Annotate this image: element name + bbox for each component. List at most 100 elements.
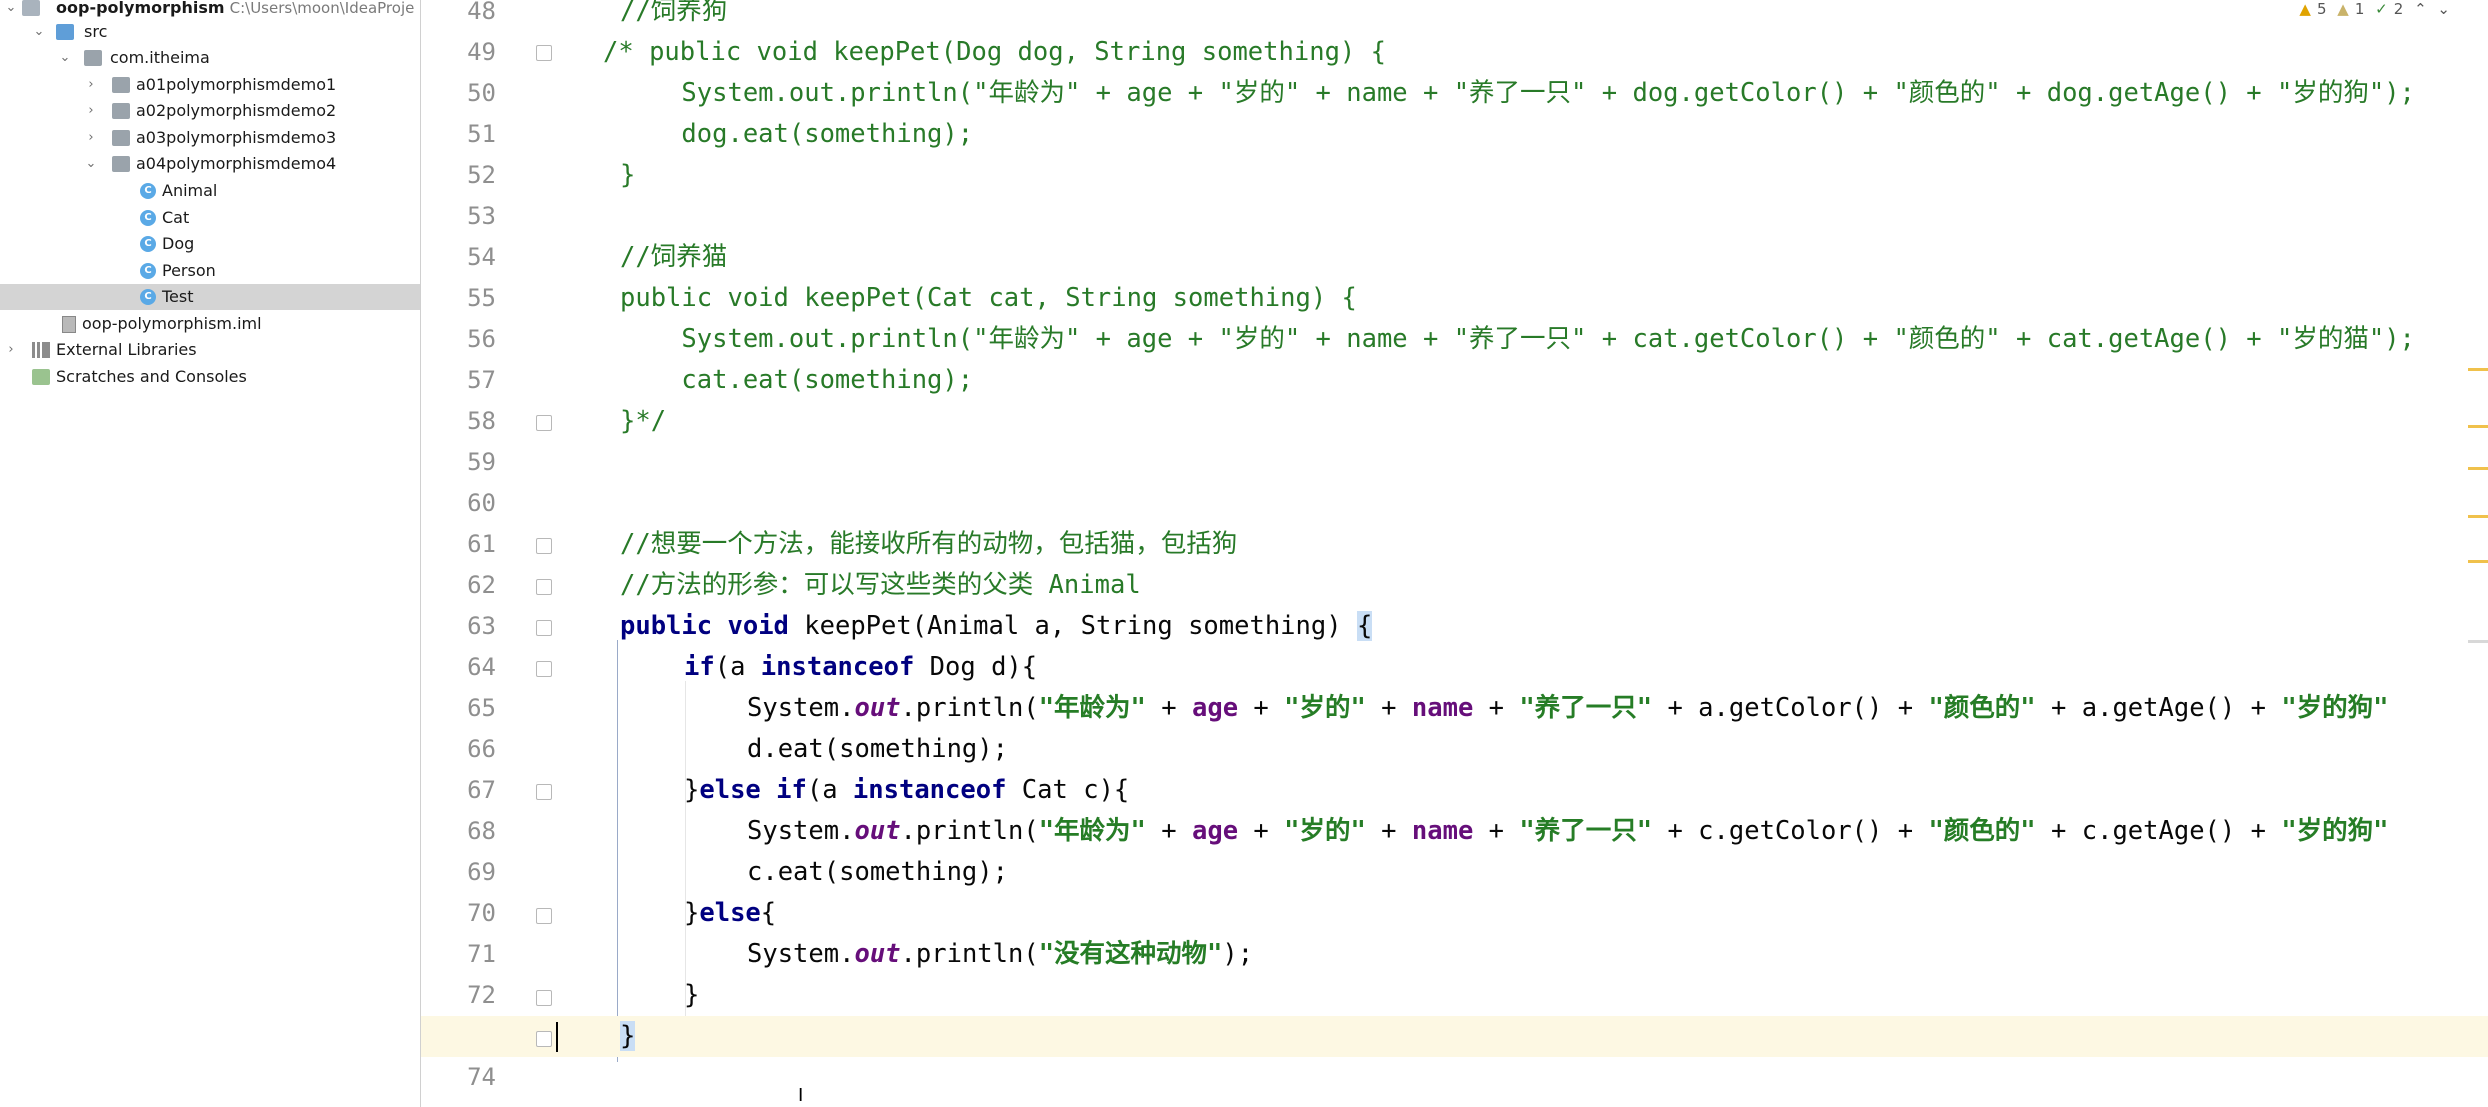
code-line-64[interactable]: if(a instanceof Dog d){ bbox=[684, 647, 1037, 688]
comment: } bbox=[620, 160, 636, 190]
line-number[interactable]: 61 bbox=[421, 524, 496, 565]
line-number[interactable]: 57 bbox=[421, 360, 496, 401]
tree-item-com-itheima[interactable]: ⌄ com.itheima bbox=[0, 45, 420, 71]
line-number[interactable]: 55 bbox=[421, 278, 496, 319]
code-line-54[interactable]: //饲养猫 bbox=[620, 237, 727, 278]
string-literal: "岁的狗" bbox=[2281, 693, 2389, 723]
operator: + bbox=[2035, 816, 2082, 846]
code-line-61[interactable]: //想要一个方法，能接收所有的动物，包括猫，包括狗 bbox=[620, 524, 1237, 565]
project-name: oop-polymorphism bbox=[56, 0, 225, 17]
code-line-70[interactable]: }else{ bbox=[684, 893, 776, 934]
code-line-52[interactable]: } bbox=[620, 155, 635, 196]
line-number[interactable]: 53 bbox=[421, 196, 496, 237]
tree-item-a04[interactable]: ⌄ a04polymorphismdemo4 bbox=[0, 151, 420, 177]
chevron-down-icon[interactable]: ⌄ bbox=[32, 19, 46, 45]
line-number[interactable]: 56 bbox=[421, 319, 496, 360]
code-line-73[interactable]: } bbox=[620, 1016, 636, 1057]
tree-item-animal[interactable]: C Animal bbox=[0, 178, 420, 204]
chevron-right-icon[interactable]: › bbox=[84, 125, 98, 151]
line-number[interactable]: 59 bbox=[421, 442, 496, 483]
line-number[interactable]: 69 bbox=[421, 852, 496, 893]
comment: dog.eat(something); bbox=[620, 119, 974, 149]
tree-item-dog[interactable]: C Dog bbox=[0, 231, 420, 257]
matched-brace: } bbox=[620, 1021, 636, 1051]
code-line-72[interactable]: } bbox=[684, 975, 699, 1016]
tree-item-cat[interactable]: C Cat bbox=[0, 205, 420, 231]
operator: + bbox=[1882, 693, 1929, 723]
chevron-right-icon[interactable]: › bbox=[84, 98, 98, 124]
tree-item-label: a03polymorphismdemo3 bbox=[136, 128, 337, 147]
line-number[interactable]: 71 bbox=[421, 934, 496, 975]
weak-warning-icon: ▲ bbox=[2337, 0, 2349, 18]
line-number[interactable]: 60 bbox=[421, 483, 496, 524]
stripe-mark[interactable] bbox=[2468, 467, 2488, 470]
fold-marker-icon[interactable] bbox=[536, 1031, 552, 1047]
comment: public void keepPet(Cat cat, String some… bbox=[620, 283, 1357, 313]
line-number[interactable]: 65 bbox=[421, 688, 496, 729]
stripe-mark[interactable] bbox=[2468, 425, 2488, 428]
tree-item-test[interactable]: C Test bbox=[0, 284, 420, 310]
operator: + bbox=[2235, 816, 2282, 846]
tree-item-iml[interactable]: oop-polymorphism.iml bbox=[0, 311, 420, 337]
line-number[interactable]: 54 bbox=[421, 237, 496, 278]
line-number[interactable]: 74 bbox=[421, 1057, 496, 1098]
line-number[interactable]: 49 bbox=[421, 32, 496, 73]
tree-root-project[interactable]: ⌄ oop-polymorphism C:\Users\moon\IdeaPro… bbox=[0, 0, 420, 21]
stripe-mark[interactable] bbox=[2468, 560, 2488, 563]
stripe-mark[interactable] bbox=[2468, 640, 2488, 643]
chevron-down-icon[interactable]: ⌄ bbox=[58, 45, 72, 71]
line-number[interactable]: 70 bbox=[421, 893, 496, 934]
code-line-55[interactable]: public void keepPet(Cat cat, String some… bbox=[620, 278, 1357, 319]
line-number[interactable]: 67 bbox=[421, 770, 496, 811]
chevron-down-icon[interactable]: ⌄ bbox=[84, 151, 98, 177]
tree-item-label: Dog bbox=[162, 234, 195, 253]
line-number[interactable]: 68 bbox=[421, 811, 496, 852]
code-line-67[interactable]: }else if(a instanceof Cat c){ bbox=[684, 770, 1129, 811]
line-number[interactable]: 51 bbox=[421, 114, 496, 155]
code-line-50[interactable]: System.out.println("年龄为" + age + "岁的" + … bbox=[620, 73, 2415, 114]
line-number[interactable]: 63 bbox=[421, 606, 496, 647]
code-line-58[interactable]: }*/ bbox=[620, 401, 666, 442]
line-number[interactable]: 64 bbox=[421, 647, 496, 688]
tree-item-a02[interactable]: › a02polymorphismdemo2 bbox=[0, 98, 420, 124]
code-line-63[interactable]: public void keepPet(Animal a, String som… bbox=[620, 606, 1373, 647]
line-number[interactable]: 52 bbox=[421, 155, 496, 196]
chevron-up-icon[interactable]: ⌃ bbox=[2414, 0, 2427, 18]
code-line-69[interactable]: c.eat(something); bbox=[747, 852, 1008, 893]
stripe-mark[interactable] bbox=[2468, 368, 2488, 371]
tree-item-a01[interactable]: › a01polymorphismdemo1 bbox=[0, 72, 420, 98]
stripe-mark[interactable] bbox=[2468, 515, 2488, 518]
chevron-right-icon[interactable]: › bbox=[84, 72, 98, 98]
line-number[interactable]: 48 bbox=[421, 0, 496, 32]
keyword: if bbox=[684, 652, 715, 682]
chevron-down-icon[interactable]: ⌄ bbox=[2437, 0, 2450, 18]
code-line-62[interactable]: //方法的形参：可以写这些类的父类 Animal bbox=[620, 565, 1141, 606]
tree-item-person[interactable]: C Person bbox=[0, 258, 420, 284]
tree-item-a03[interactable]: › a03polymorphismdemo3 bbox=[0, 125, 420, 151]
code-line-48[interactable]: //饲养狗 bbox=[620, 0, 727, 32]
inspection-widget[interactable]: ▲ 5 ▲ 1 ✓ 2 ⌃ ⌄ bbox=[2293, 0, 2450, 20]
chevron-right-icon[interactable]: › bbox=[4, 337, 18, 363]
line-number[interactable]: 50 bbox=[421, 73, 496, 114]
code-line-65[interactable]: System.out.println("年龄为" + age + "岁的" + … bbox=[747, 688, 2389, 729]
code-line-51[interactable]: dog.eat(something); bbox=[620, 114, 973, 155]
line-number[interactable]: 72 bbox=[421, 975, 496, 1016]
project-path: C:\Users\moon\IdeaProje bbox=[229, 0, 415, 17]
code-text: System. bbox=[747, 816, 855, 846]
code-line-57[interactable]: cat.eat(something); bbox=[620, 360, 973, 401]
line-number[interactable]: 58 bbox=[421, 401, 496, 442]
tree-item-external-libraries[interactable]: › External Libraries bbox=[0, 337, 420, 363]
text-cursor-icon: I bbox=[798, 1085, 804, 1106]
code-line-56[interactable]: System.out.println("年龄为" + age + "岁的" + … bbox=[620, 319, 2415, 360]
line-number[interactable]: 66 bbox=[421, 729, 496, 770]
code-line-71[interactable]: System.out.println("没有这种动物"); bbox=[747, 934, 1253, 975]
code-line-68[interactable]: System.out.println("年龄为" + age + "岁的" + … bbox=[747, 811, 2389, 852]
code-line-49[interactable]: /* public void keepPet(Dog dog, String s… bbox=[603, 32, 1386, 73]
tree-item-label: Cat bbox=[162, 208, 190, 227]
chevron-down-icon[interactable]: ⌄ bbox=[4, 0, 18, 21]
tree-item-src[interactable]: ⌄ src bbox=[0, 19, 420, 45]
tree-item-scratches[interactable]: Scratches and Consoles bbox=[0, 364, 420, 390]
code-line-66[interactable]: d.eat(something); bbox=[747, 729, 1008, 770]
code-editor[interactable]: //饲养狗 /* public void keepPet(Dog dog, St… bbox=[545, 0, 2488, 1107]
line-number[interactable]: 62 bbox=[421, 565, 496, 606]
